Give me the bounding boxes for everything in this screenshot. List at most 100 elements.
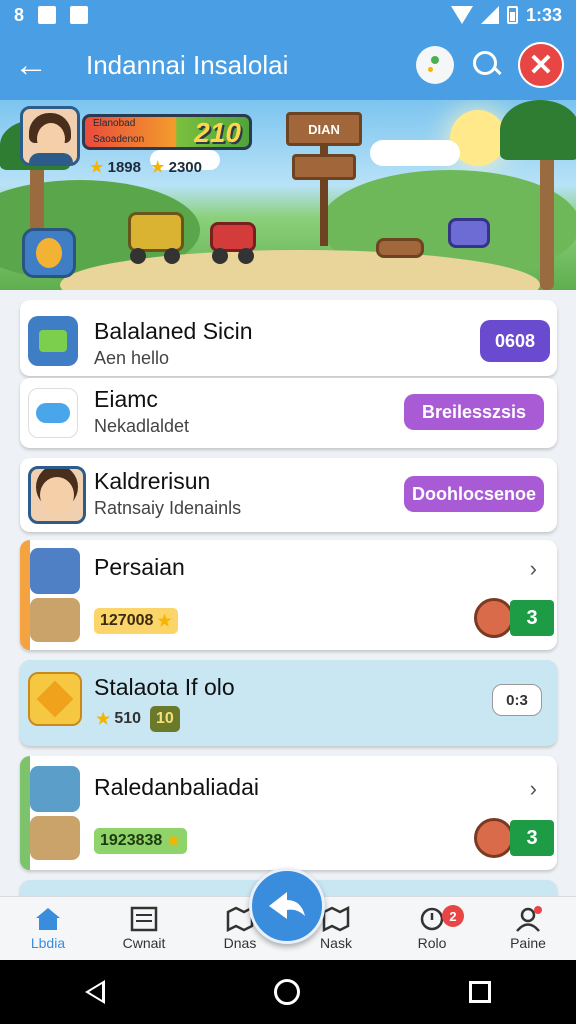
character-icon: [30, 766, 80, 812]
player-name: Elanobad: [93, 118, 136, 129]
resource-tag: 1923838 ★: [94, 828, 187, 854]
item-title: Raledanbaliadai: [94, 774, 259, 800]
home-icon: [34, 906, 62, 932]
chevron-right-icon[interactable]: ›: [530, 776, 537, 802]
list-item[interactable]: Balalaned Sicin Aen hello 0608: [20, 300, 557, 376]
wifi-icon: [450, 6, 473, 24]
item-title: Eiamc: [94, 386, 158, 412]
stat-1: 1898: [107, 159, 141, 176]
system-nav-bar: [0, 960, 576, 1024]
sign-board: DIAN: [286, 112, 362, 146]
tools-icon: [30, 548, 80, 594]
gem-icon: [28, 672, 82, 726]
item-subtitle: Aen hello: [94, 348, 170, 368]
star-icon: ★: [90, 159, 104, 176]
item-subtitle: Ratnsaiy Idenainls: [94, 498, 242, 518]
star-icon: ★: [151, 159, 165, 176]
star-icon: ★: [96, 711, 111, 728]
cloud-icon: [28, 388, 78, 438]
stat-2: 2300: [168, 159, 202, 176]
item-action-button[interactable]: Breilesszsis: [404, 394, 544, 430]
player-stats: ★ 1898 ★ 2300: [90, 158, 202, 176]
nav-item-home[interactable]: Lbdia: [0, 897, 96, 960]
status-left-text: 8: [14, 4, 25, 25]
signal-icon: [480, 6, 499, 24]
status-time: 1:33: [525, 4, 562, 25]
tag-value: 1923838: [100, 832, 163, 849]
star-icon: ★: [166, 833, 181, 850]
tag-value: 127008: [100, 612, 154, 629]
nav-label: Cwnait: [122, 935, 166, 951]
player-profile[interactable]: Elanobad Saoadenon 210 ★ 1898 ★ 2300: [20, 106, 252, 186]
item-action-button[interactable]: Doohlocsenoe: [404, 476, 544, 512]
item-title: Kaldrerisun: [94, 468, 211, 494]
nav-label: Paine: [510, 935, 546, 951]
list-item[interactable]: Raledanbaliadai › 1923838 ★ 3: [20, 756, 557, 870]
share-fab-button[interactable]: [249, 868, 325, 944]
list-item[interactable]: Eiamc Nekadlaldet Breilesszsis: [20, 378, 557, 448]
profile-icon: [514, 906, 542, 932]
palm-trunk: [540, 140, 554, 290]
nav-label: Rolo: [417, 935, 447, 951]
notification-badge: 2: [442, 905, 464, 927]
item-value-badge[interactable]: 0608: [480, 320, 550, 362]
battery-icon: [506, 6, 518, 24]
resource-tag: ★ 510: [90, 706, 147, 732]
nav-item-alerts[interactable]: Rolo 2: [384, 897, 480, 960]
count-badge: 3: [510, 600, 554, 636]
item-title: Persaian: [94, 554, 185, 580]
item-title: Balalaned Sicin: [94, 318, 253, 344]
notification-icon: [38, 6, 57, 24]
system-back-icon[interactable]: [84, 980, 105, 1004]
share-arrow-icon: [269, 892, 305, 919]
list-item[interactable]: Stalaota If olo ★ 510 10 0:3: [20, 660, 557, 746]
nav-label: Lbdia: [30, 935, 66, 951]
wheel: [212, 248, 228, 264]
status-bar: 8 1:33: [0, 0, 576, 30]
nav-item-inventory[interactable]: Cwnait: [96, 897, 192, 960]
tasks-icon: [322, 905, 350, 933]
chat-bubble-icon[interactable]: [416, 46, 454, 84]
signpost: DIAN: [286, 112, 362, 246]
close-icon[interactable]: ✕: [518, 42, 564, 88]
resource-bag-icon: [474, 818, 514, 858]
nav-item-profile[interactable]: Paine: [480, 897, 576, 960]
system-home-icon[interactable]: [273, 979, 300, 1005]
item-timer-button[interactable]: 0:3: [492, 684, 542, 716]
wheel: [238, 248, 254, 264]
star-icon: ★: [157, 613, 172, 630]
wheel: [164, 248, 180, 264]
app-bar: ← Indannai Insalolai ✕: [0, 30, 576, 100]
inventory-icon: [130, 906, 158, 932]
avatar[interactable]: [20, 106, 80, 166]
resource-bag-icon: [474, 598, 514, 638]
level-tag: 10: [150, 706, 180, 732]
yellow-truck-illustration: [128, 212, 184, 252]
character-portrait-icon: [28, 466, 86, 524]
egg-icon[interactable]: [22, 228, 76, 278]
item-subtitle: Nekadlaldet: [94, 416, 190, 436]
item-title: Stalaota If olo: [94, 674, 235, 700]
worker-icon: [30, 598, 80, 642]
player-level-bar: Elanobad Saoadenon 210: [82, 114, 252, 150]
search-icon[interactable]: [468, 47, 504, 83]
count-badge: 3: [510, 820, 554, 856]
resource-tag: 127008 ★: [94, 608, 178, 634]
item-list: Balalaned Sicin Aen hello 0608 Eiamc Nek…: [0, 290, 576, 898]
leaf-card-icon: [28, 316, 78, 366]
nav-label: Dnas: [223, 935, 257, 951]
system-recents-icon[interactable]: [469, 981, 492, 1003]
list-item[interactable]: Kaldrerisun Ratnsaiy Idenainls Doohlocse…: [20, 458, 557, 532]
nav-label: Nask: [320, 935, 352, 951]
back-arrow-icon[interactable]: ←: [0, 30, 62, 100]
worker-icon: [30, 816, 80, 860]
chevron-right-icon[interactable]: ›: [530, 556, 537, 582]
cloud-illustration: [370, 140, 460, 166]
notification-icon-2: [70, 6, 89, 24]
wheel: [130, 248, 146, 264]
player-subtitle: Saoadenon: [93, 134, 145, 145]
list-item[interactable]: Persaian › 127008 ★ 3: [20, 540, 557, 650]
palm-tree-illustration: [500, 100, 576, 160]
log-illustration: [376, 238, 424, 258]
sign-board-2: [292, 154, 356, 180]
